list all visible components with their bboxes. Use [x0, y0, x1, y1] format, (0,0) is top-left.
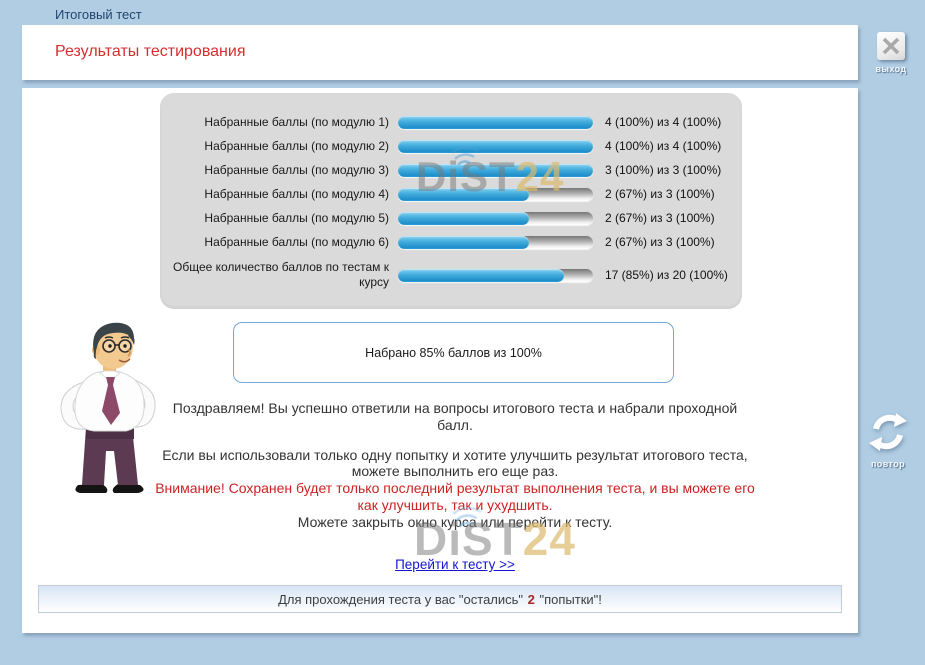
- score-row: Набранные баллы (по модулю 4) 2 (67%) из…: [160, 182, 742, 206]
- score-label: Набранные баллы (по модулю 3): [172, 163, 398, 178]
- score-value: 4 (100%) из 4 (100%): [605, 115, 721, 129]
- progress-bar-fill: [398, 236, 529, 249]
- close-icon: [877, 32, 905, 60]
- progress-bar-track: [398, 269, 593, 282]
- repeat-button-label: повтор: [860, 459, 916, 469]
- retry-info-text: Если вы использовали только одну попытку…: [155, 447, 755, 481]
- congrats-text: Поздравляем! Вы успешно ответили на вопр…: [155, 400, 755, 434]
- score-summary-text: Набрано 85% баллов из 100%: [365, 346, 542, 360]
- repeat-icon: [868, 412, 908, 452]
- results-main-panel: Набранные баллы (по модулю 1) 4 (100%) и…: [22, 88, 858, 633]
- score-row: Набранные баллы (по модулю 3) 3 (100%) и…: [160, 158, 742, 182]
- score-value: 2 (67%) из 3 (100%): [605, 235, 715, 249]
- score-label: Набранные баллы (по модулю 2): [172, 139, 398, 154]
- progress-bar-fill: [398, 188, 529, 201]
- go-to-test-link[interactable]: Перейти к тесту >>: [395, 557, 515, 572]
- score-row: Набранные баллы (по модулю 2) 4 (100%) и…: [160, 134, 742, 158]
- progress-bar-fill: [398, 116, 593, 129]
- repeat-button[interactable]: повтор: [860, 412, 916, 469]
- attempts-remaining-bar: Для прохождения теста у вас "остались" 2…: [38, 585, 842, 613]
- score-value: 4 (100%) из 4 (100%): [605, 139, 721, 153]
- score-label: Набранные баллы (по модулю 5): [172, 211, 398, 226]
- score-label: Общее количество баллов по тестам к курс…: [172, 260, 398, 289]
- progress-bar-track: [398, 212, 593, 225]
- module-scores-box: Набранные баллы (по модулю 1) 4 (100%) и…: [160, 93, 742, 309]
- result-messages: Поздравляем! Вы успешно ответили на вопр…: [155, 400, 755, 531]
- page-title: Результаты тестирования: [55, 43, 245, 61]
- progress-bar-fill: [398, 140, 593, 153]
- score-row: Набранные баллы (по модулю 6) 2 (67%) из…: [160, 230, 742, 254]
- score-label: Набранные баллы (по модулю 4): [172, 187, 398, 202]
- window-title: Итоговый тест: [55, 7, 142, 22]
- score-value: 3 (100%) из 3 (100%): [605, 163, 721, 177]
- close-info-text: Можете закрыть окно курса или перейти к …: [155, 514, 755, 531]
- results-header-panel: Результаты тестирования: [22, 25, 858, 80]
- progress-bar-fill: [398, 164, 593, 177]
- progress-bar-fill: [398, 212, 529, 225]
- score-row: Набранные баллы (по модулю 1) 4 (100%) и…: [160, 110, 742, 134]
- progress-bar-track: [398, 188, 593, 201]
- score-label: Набранные баллы (по модулю 1): [172, 115, 398, 130]
- score-label: Набранные баллы (по модулю 6): [172, 235, 398, 250]
- score-value: 2 (67%) из 3 (100%): [605, 211, 715, 225]
- warning-text: Внимание! Сохранен будет только последни…: [155, 480, 755, 514]
- score-value: 2 (67%) из 3 (100%): [605, 187, 715, 201]
- score-summary-box: Набрано 85% баллов из 100%: [233, 322, 674, 383]
- progress-bar-track: [398, 116, 593, 129]
- score-row: Набранные баллы (по модулю 5) 2 (67%) из…: [160, 206, 742, 230]
- attempts-count: 2: [527, 592, 536, 607]
- attempts-text: Для прохождения теста у вас "остались" 2…: [278, 592, 602, 607]
- progress-bar-fill: [398, 269, 564, 282]
- score-value: 17 (85%) из 20 (100%): [605, 268, 728, 282]
- exit-button-label: выход: [863, 64, 919, 74]
- progress-bar-track: [398, 140, 593, 153]
- score-row-total: Общее количество баллов по тестам к курс…: [160, 254, 742, 296]
- exit-button[interactable]: выход: [863, 32, 919, 74]
- progress-bar-track: [398, 236, 593, 249]
- progress-bar-track: [398, 164, 593, 177]
